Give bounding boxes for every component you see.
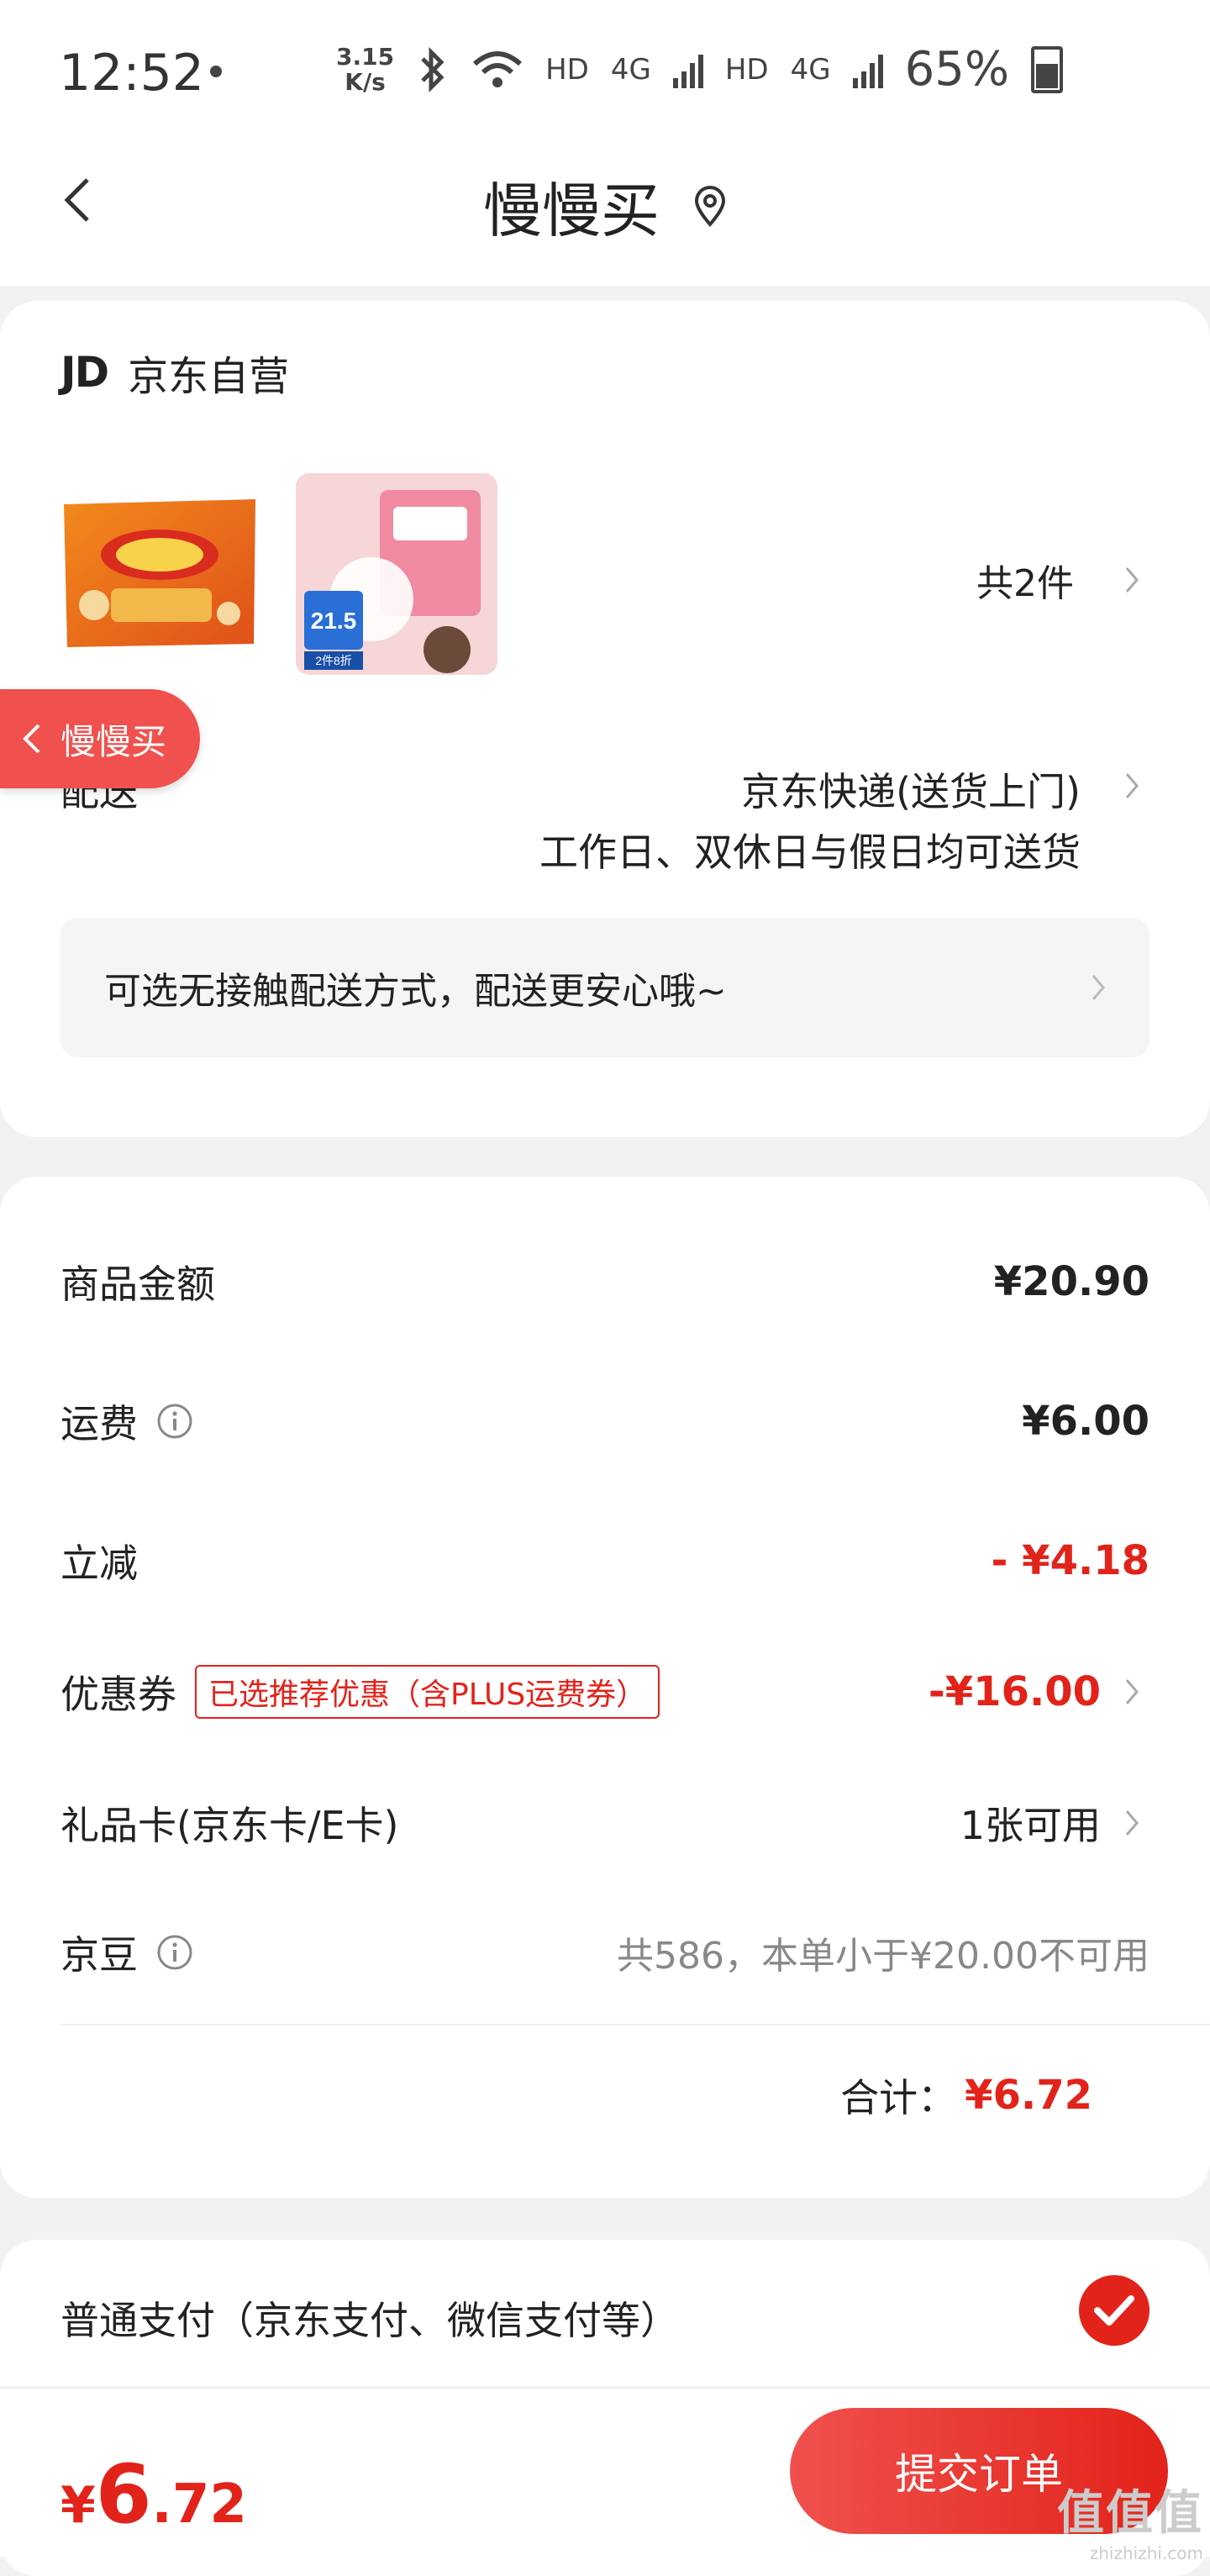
- page-title-text: 慢慢买: [483, 176, 660, 245]
- battery-icon: [1031, 45, 1064, 93]
- jd-logo: JD: [60, 348, 109, 397]
- delivery-method[interactable]: 京东快递(送货上门): [741, 761, 1081, 817]
- item-count: 共2件: [976, 562, 1074, 605]
- payment-method-label[interactable]: 普通支付（京东支付、微信支付等）: [60, 2290, 679, 2346]
- shipping-label: 运费: [60, 1401, 138, 1446]
- shop-name: 京东自营: [128, 353, 290, 400]
- manmanmai-float-tab[interactable]: 慢慢买: [0, 689, 200, 788]
- instant-discount-amount: - ¥4.18: [991, 1537, 1150, 1584]
- item-count-row[interactable]: 共2件: [976, 553, 1139, 607]
- location-pin-icon[interactable]: [693, 185, 727, 228]
- chevron-left-icon: [23, 724, 40, 754]
- notice-text: 可选无接触配送方式，配送更安心哦~: [104, 970, 727, 1013]
- bottom-total-price: ¥6.72: [60, 2447, 247, 2542]
- coupon-amount: -¥16.00: [928, 1668, 1101, 1715]
- delivery-chevron-icon[interactable]: [1124, 772, 1139, 800]
- goods-amount-row: 商品金额 ¥20.90: [60, 1254, 1150, 1309]
- signal-icon-1: [672, 51, 703, 88]
- jingdou-info-icon[interactable]: [156, 1934, 193, 1971]
- jingdou-label: 京豆: [60, 1932, 138, 1978]
- instant-discount-label: 立减: [60, 1541, 138, 1586]
- total-row: 合计： ¥6.72: [840, 2068, 1092, 2123]
- shipping-row: 运费 ¥6.00: [60, 1393, 1150, 1449]
- network-label-1: 4G: [610, 52, 651, 87]
- notification-dot-icon: [210, 66, 222, 77]
- status-icons: 3.15 K/s HD 4G HD 4G 65%: [336, 42, 1064, 97]
- network-speed: 3.15 K/s: [336, 42, 395, 96]
- product-image-1[interactable]: [60, 496, 259, 649]
- status-time: 12:52: [59, 44, 204, 103]
- coupon-tag: 已选推荐优惠（含PLUS运费券）: [195, 1665, 660, 1719]
- watermark-url: zhizhizhi.com: [1089, 2543, 1203, 2563]
- shop-header: JD 京东自营: [60, 343, 289, 402]
- info-icon[interactable]: [156, 1403, 193, 1440]
- jingdou-value: 共586，本单小于¥20.00不可用: [617, 1935, 1150, 1978]
- delivery-time: 工作日、双休日与假日均可送货: [539, 830, 1081, 875]
- price-summary-card: 商品金额 ¥20.90 运费 ¥6.00 立减 - ¥4.18 优惠券 已选推荐…: [0, 1177, 1210, 2198]
- coupon-label: 优惠券: [60, 1672, 176, 1717]
- shipping-amount: ¥6.00: [1022, 1398, 1150, 1445]
- bottom-currency: ¥: [60, 2476, 96, 2535]
- coupon-chevron-icon: [1125, 1679, 1139, 1704]
- total-amount: ¥6.72: [965, 2072, 1092, 2119]
- page-title: 慢慢买: [0, 164, 1210, 249]
- wifi-icon: [473, 50, 523, 87]
- goods-amount-label: 商品金额: [60, 1262, 215, 1307]
- watermark-text: 值值值: [1057, 2486, 1203, 2541]
- gift-card-label: 礼品卡(京东卡/E卡): [60, 1803, 399, 1848]
- goods-amount-value: ¥20.90: [993, 1258, 1150, 1305]
- total-label: 合计：: [840, 2075, 957, 2120]
- battery-percentage: 65%: [904, 42, 1010, 97]
- bottom-price-dec: .72: [151, 2473, 247, 2536]
- product2-price-tag: 21.5: [311, 608, 357, 634]
- product2-discount: 2件8折: [315, 654, 352, 667]
- float-tab-label: 慢慢买: [60, 720, 167, 762]
- hd-label-1: HD: [545, 52, 589, 87]
- chevron-right-icon: [1125, 567, 1139, 593]
- checkmark-icon[interactable]: [1079, 2275, 1150, 2346]
- signal-icon-2: [852, 51, 883, 88]
- coupon-row[interactable]: 优惠券 已选推荐优惠（含PLUS运费券） -¥16.00: [60, 1664, 1139, 1720]
- hd-label-2: HD: [724, 52, 769, 87]
- summary-divider: [60, 2024, 1210, 2026]
- notice-chevron-icon: [1092, 975, 1105, 1000]
- gift-card-chevron-icon: [1125, 1810, 1139, 1836]
- status-bar: 12:52 3.15 K/s HD 4G HD 4G 65%: [0, 0, 1210, 143]
- bottom-price-int: 6: [95, 2447, 152, 2542]
- network-label-2: 4G: [790, 52, 831, 87]
- gift-card-value: 1张可用: [960, 1803, 1101, 1848]
- jingdou-row: 京豆 共586，本单小于¥20.00不可用: [60, 1925, 1150, 1980]
- product-image-2[interactable]: 21.5 2件8折: [296, 473, 497, 675]
- contactless-delivery-notice[interactable]: 可选无接触配送方式，配送更安心哦~: [60, 918, 1150, 1057]
- watermark: 值值值 zhizhizhi.com: [1057, 2475, 1203, 2563]
- gift-card-row[interactable]: 礼品卡(京东卡/E卡) 1张可用: [60, 1795, 1139, 1851]
- bluetooth-icon: [421, 46, 445, 92]
- instant-discount-row: 立减 - ¥4.18: [60, 1533, 1150, 1588]
